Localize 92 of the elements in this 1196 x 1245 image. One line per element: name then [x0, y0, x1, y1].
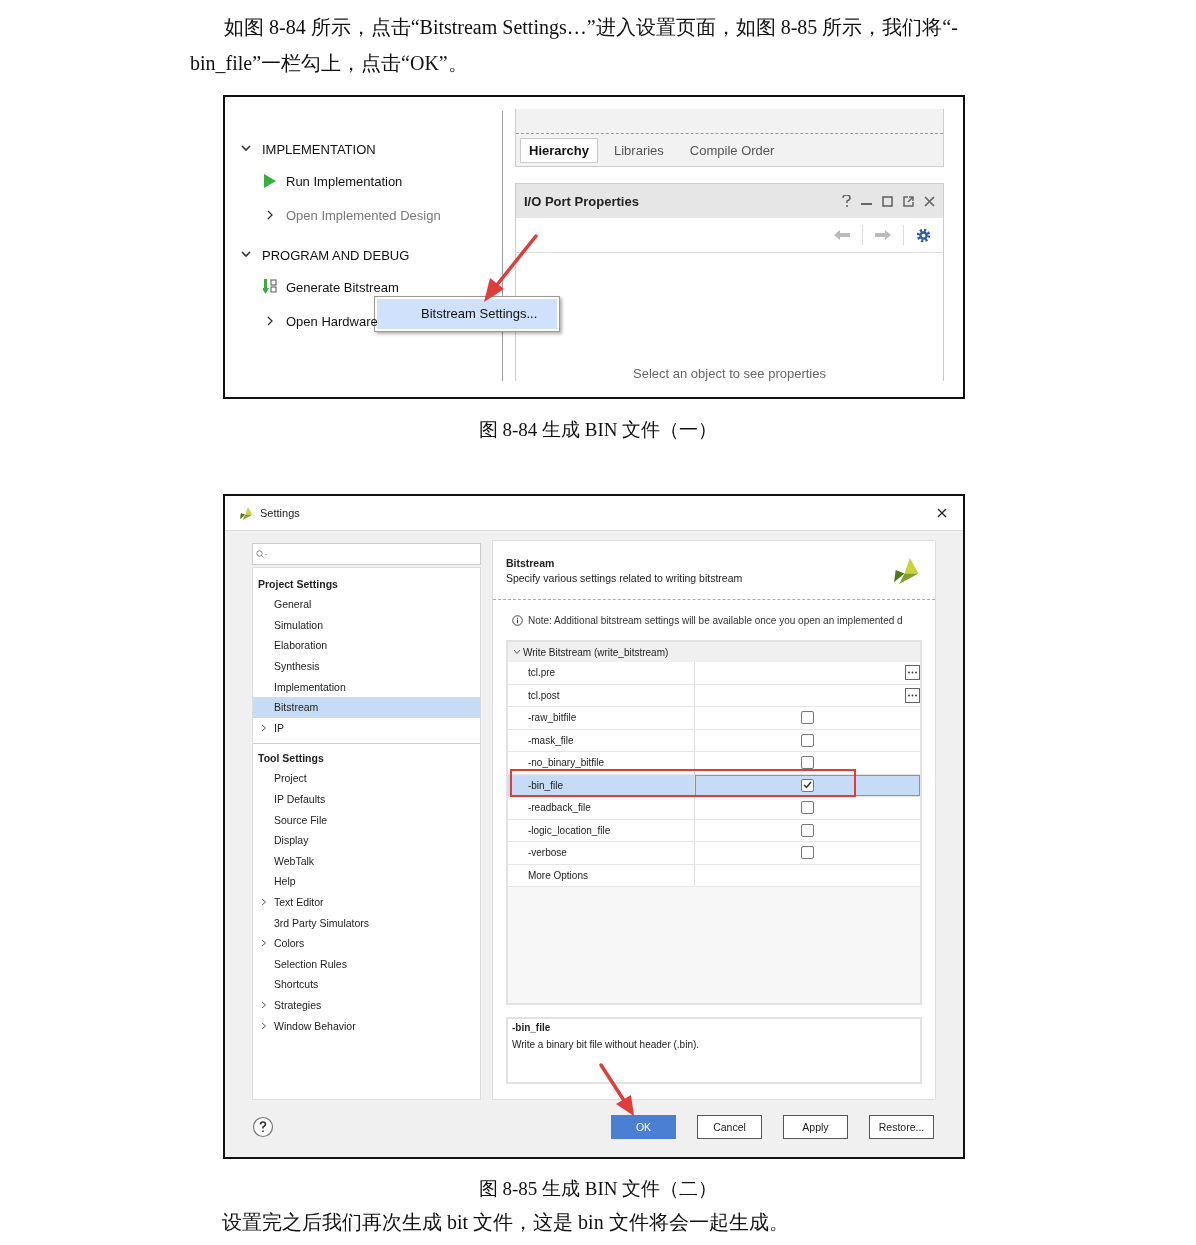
checkbox[interactable]	[800, 801, 814, 815]
dialog-button[interactable]: Apply	[783, 1114, 848, 1139]
tree-item[interactable]: 3rd Party Simulators	[253, 912, 480, 933]
close-icon	[924, 195, 935, 207]
option-name: -raw_bitfile	[507, 707, 695, 729]
tree-item[interactable]: Project	[253, 768, 480, 789]
tree-item[interactable]: General	[253, 594, 480, 615]
description-title: -bin_file	[511, 1022, 552, 1033]
group-header[interactable]: Write Bitstream (write_bitstream)	[507, 642, 920, 662]
option-name: -no_binary_bitfile	[507, 752, 695, 774]
tab[interactable]: Compile Order	[679, 138, 785, 163]
page-description: Specify various settings related to writing bitstream	[505, 571, 743, 584]
close-icon	[937, 508, 947, 518]
tree-item[interactable]: Bitstream	[253, 696, 480, 718]
option-name: -mask_file	[507, 729, 695, 751]
tree-item[interactable]: Implementation	[253, 676, 480, 697]
figure-caption: 图 8-84 生成 BIN 文件（一）	[477, 418, 719, 442]
task-link[interactable]: Generate Bitstream	[286, 279, 399, 295]
tree-item[interactable]: Shortcuts	[253, 974, 480, 995]
intro-paragraph: 如图 8-84 所示，点击“Bitstream Settings…”进入设置页面，如图 8-85 所示，我们将“-bin_file”一栏勾上，点击“OK”。	[189, 15, 959, 76]
option-name: -readback_file	[507, 797, 695, 819]
option-name: tcl.post	[507, 684, 695, 706]
tree-item[interactable]: Selection Rules	[253, 953, 480, 975]
panel-title: I/O Port Properties	[524, 193, 639, 209]
window-title: Settings	[260, 507, 301, 519]
tree-item[interactable]: Display	[253, 829, 480, 851]
browse-button[interactable]	[905, 687, 920, 703]
browse-button[interactable]	[905, 665, 920, 681]
chevron-icon	[260, 939, 267, 948]
section-heading: Tool Settings	[257, 751, 325, 767]
maximize-icon	[882, 195, 893, 207]
ellipsis-icon	[908, 671, 917, 675]
section-heading: Project Settings	[257, 577, 339, 592]
task-link[interactable]: Run Implementation	[286, 173, 403, 189]
tree-item[interactable]: Source File	[253, 809, 480, 830]
page-title: Bitstream	[505, 556, 556, 569]
task-link[interactable]: Open Hardware	[286, 313, 378, 329]
tree-item[interactable]: Elaboration	[253, 635, 480, 656]
tree-item[interactable]: Synthesis	[253, 655, 480, 677]
search-icon	[256, 549, 268, 559]
option-name: -verbose	[507, 842, 695, 864]
dialog-button[interactable]: Cancel	[697, 1114, 762, 1139]
chevron-icon	[260, 723, 267, 732]
tree-item[interactable]: IP	[253, 717, 480, 739]
tab[interactable]: Libraries	[604, 138, 674, 163]
back-arrow-icon	[834, 230, 850, 240]
closing-paragraph: 设置完之后我们再次生成 bit 文件，这是 bin 文件将会一起生成。	[221, 1210, 790, 1235]
option-name: More Options	[507, 864, 695, 886]
option-name: -logic_location_file	[507, 819, 695, 841]
menu-item[interactable]: Bitstream Settings...	[377, 299, 557, 329]
figure-caption: 图 8-85 生成 BIN 文件（二）	[477, 1177, 719, 1201]
tree-item[interactable]: Help	[253, 871, 480, 892]
forward-arrow-icon	[875, 230, 891, 240]
option-name: -bin_file	[507, 774, 695, 796]
tree-item[interactable]: Colors	[253, 932, 480, 954]
tree-item[interactable]: Simulation	[253, 614, 480, 636]
tree-item[interactable]: Text Editor	[253, 891, 480, 913]
dialog-button[interactable]: Restore...	[869, 1114, 934, 1139]
option-value-cell[interactable]	[694, 774, 920, 796]
chevron-icon	[260, 898, 267, 906]
search-field[interactable]	[252, 543, 481, 565]
chevron-icon	[260, 1001, 267, 1009]
bitstream-icon	[263, 279, 277, 295]
tree-item[interactable]: IP Defaults	[253, 788, 480, 810]
tree-item[interactable]: Strategies	[253, 994, 480, 1016]
section-title[interactable]: IMPLEMENTATION	[262, 141, 376, 157]
settings-icon	[916, 227, 931, 243]
group-title: Write Bitstream (write_bitstream)	[522, 646, 669, 658]
float-icon	[903, 195, 914, 207]
checkbox[interactable]	[800, 778, 814, 792]
ok-button[interactable]: OK	[611, 1114, 676, 1139]
checkbox[interactable]	[800, 846, 814, 860]
note-text: Note: Additional bitstream settings will be available once you open an implemented d	[527, 614, 903, 626]
play-icon	[263, 174, 277, 188]
option-name: tcl.pre	[507, 662, 695, 684]
ellipsis-icon	[908, 693, 917, 697]
help-icon	[842, 195, 851, 207]
tree-item[interactable]: WebTalk	[253, 850, 480, 872]
description-text: Write a binary bit file without header (.bin).	[511, 1039, 701, 1050]
checkbox[interactable]	[800, 756, 814, 770]
section-title[interactable]: PROGRAM AND DEBUG	[262, 247, 410, 263]
checkbox[interactable]	[800, 733, 814, 747]
minimize-icon	[861, 203, 872, 205]
checkbox[interactable]	[800, 711, 814, 725]
empty-message: Select an object to see properties	[633, 366, 826, 381]
tab[interactable]: Hierarchy	[520, 138, 598, 163]
checkbox[interactable]	[800, 823, 814, 837]
logo-icon	[240, 505, 254, 521]
chevron-icon	[260, 1021, 267, 1030]
info-icon	[511, 614, 523, 626]
tree-item[interactable]: Window Behavior	[253, 1015, 480, 1036]
help-icon	[252, 1115, 274, 1138]
